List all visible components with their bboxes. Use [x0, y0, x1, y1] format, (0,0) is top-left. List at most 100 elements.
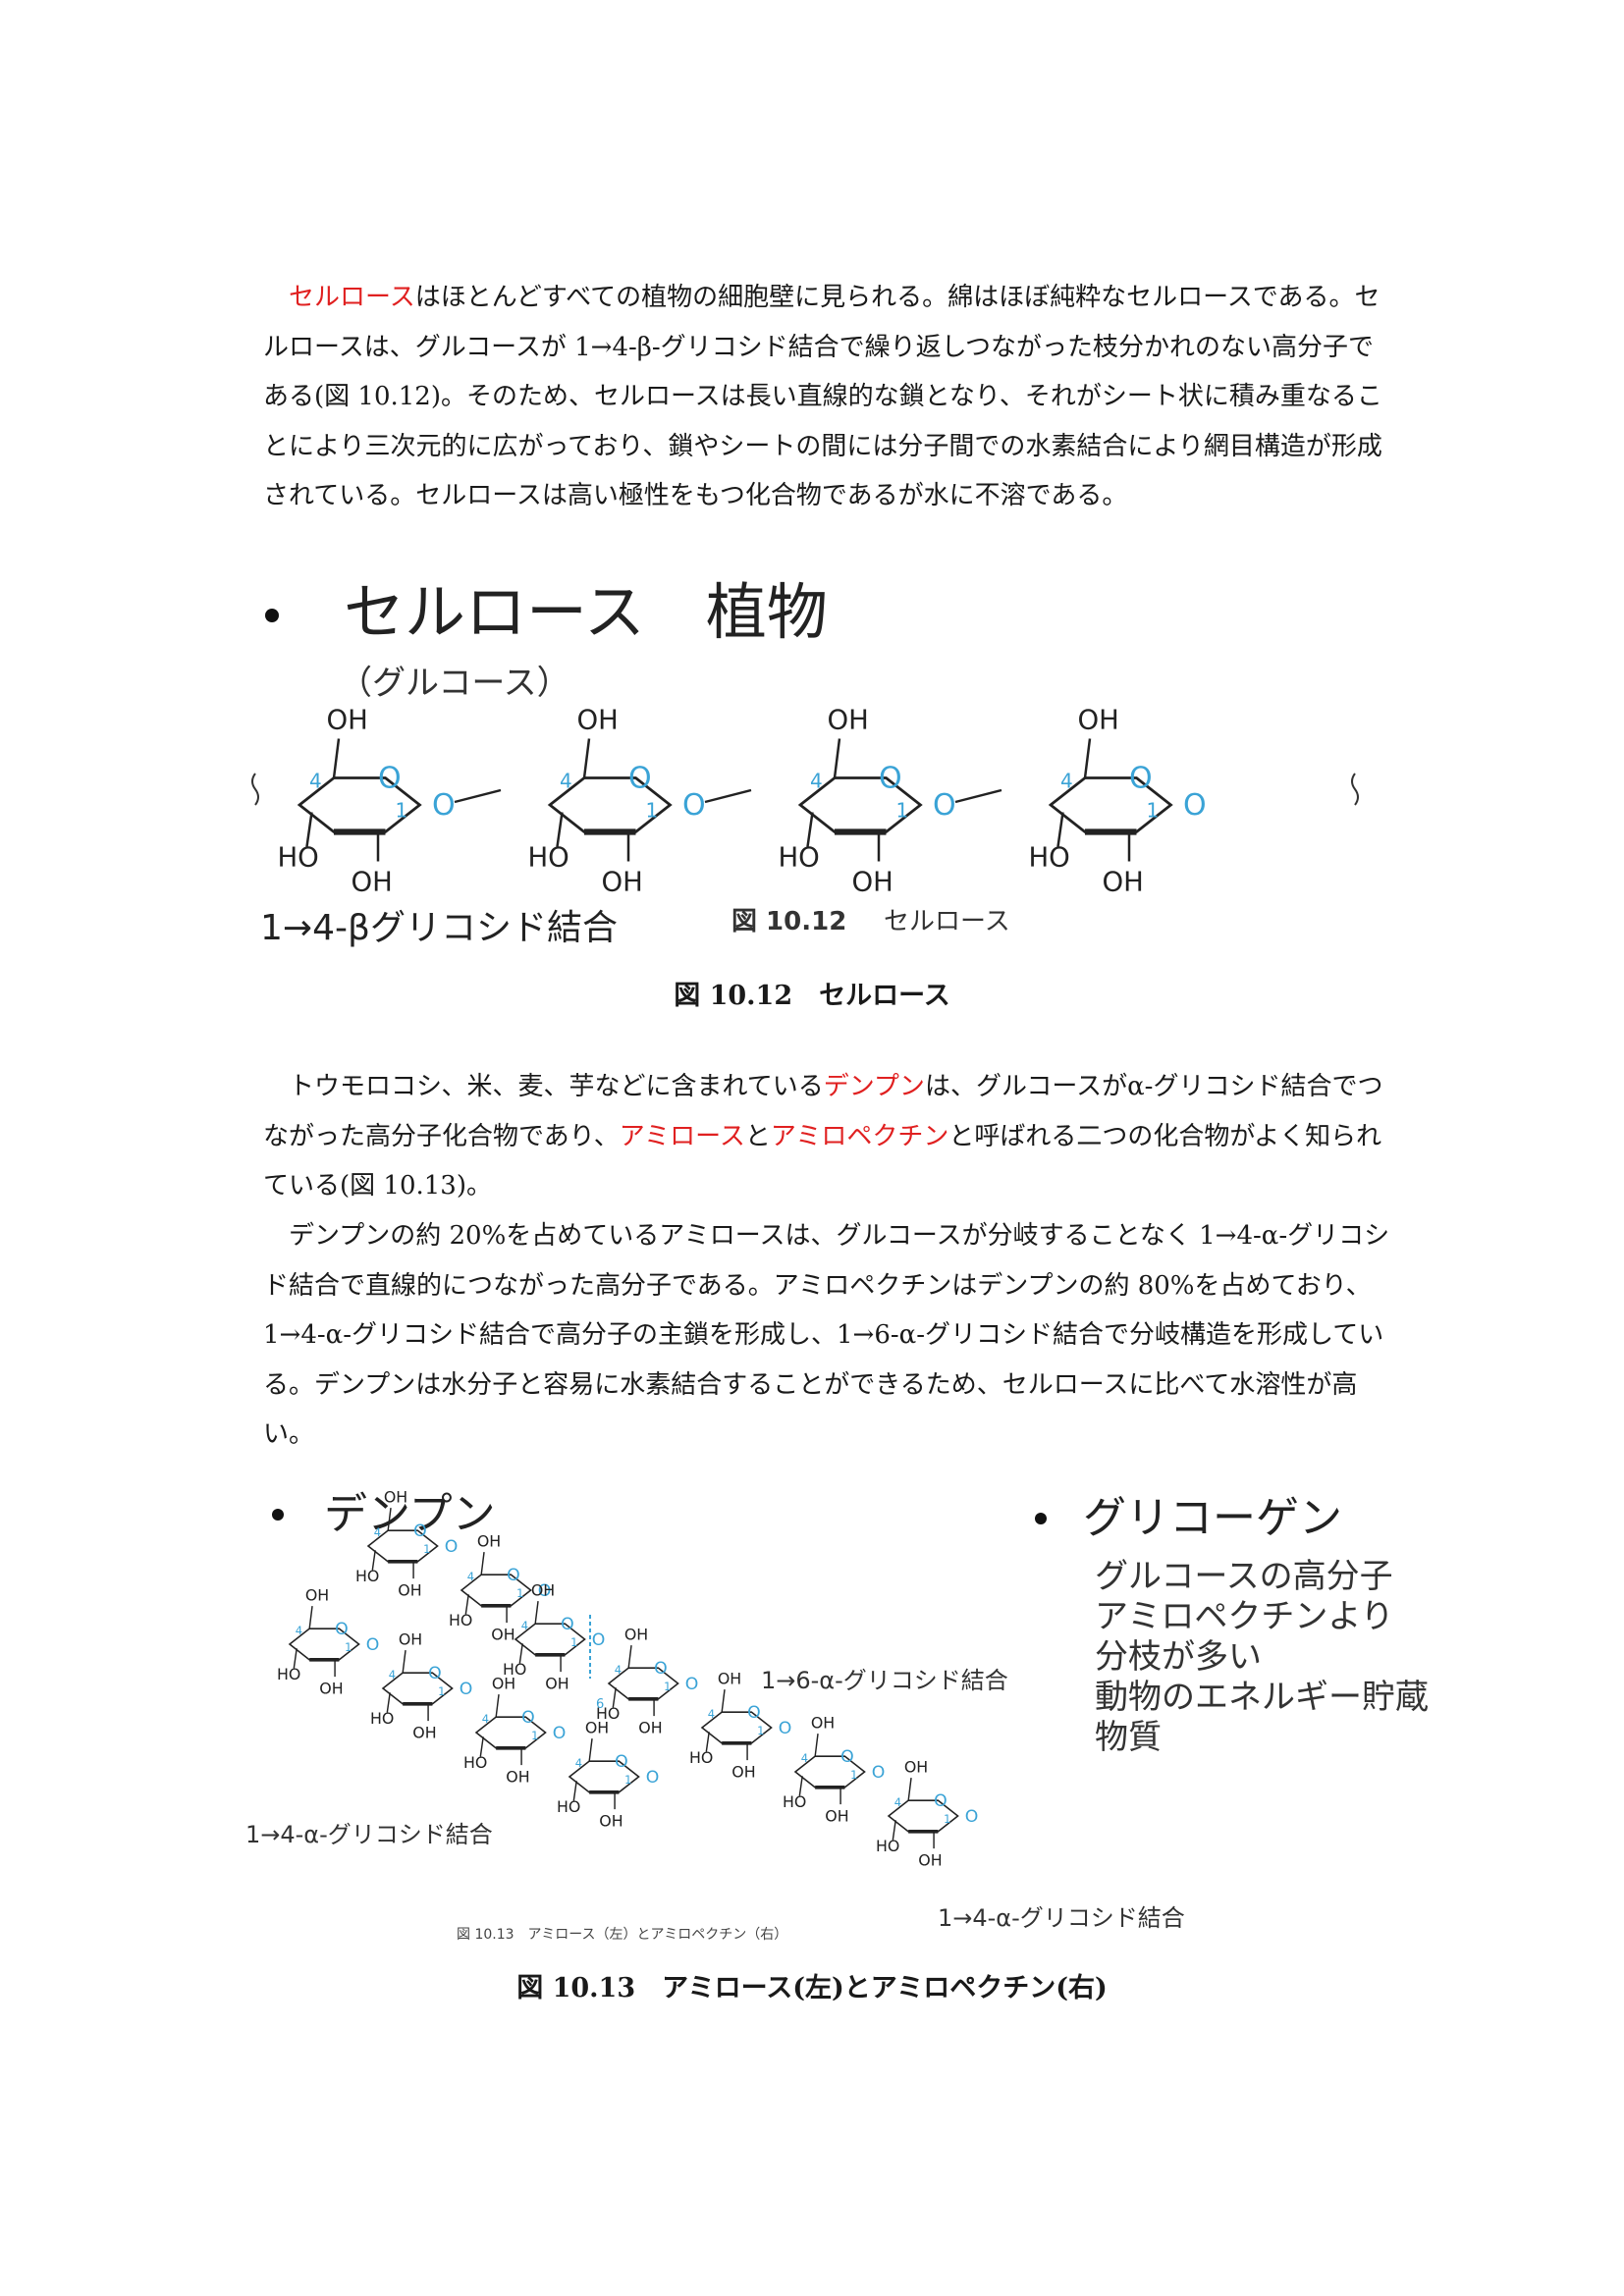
ring-oxygen: O	[628, 762, 652, 796]
ring-oxygen: O	[413, 1522, 427, 1541]
carbon-number: 4	[615, 1663, 622, 1677]
ho-label: HO	[1029, 842, 1070, 874]
ho-label: HO	[355, 1567, 379, 1585]
ho-label: HO	[463, 1753, 487, 1772]
fig2-bullet-left: デンプン	[324, 1489, 496, 1539]
glycogen-line: アミロペクチンより	[1095, 1597, 1394, 1636]
carbon-number: 1	[850, 1768, 857, 1782]
fig2-bullet-right: グリコーゲン	[1083, 1493, 1342, 1543]
fig1-bullet-title: セルロース 植物	[344, 576, 828, 648]
oh-label: OH	[319, 1679, 343, 1697]
carbon-number: 4	[894, 1795, 901, 1809]
oh-label: OH	[731, 1762, 755, 1781]
carbon-number: 1	[757, 1724, 764, 1737]
ring-oxygen: O	[507, 1566, 520, 1585]
oh-label: OH	[352, 867, 393, 898]
carbon-number: 1	[423, 1542, 430, 1556]
fig2-inner-caption: 図 10.13 アミロース（左）とアミロペクチン（右）	[457, 1927, 787, 1943]
ring-oxygen: O	[747, 1703, 761, 1723]
ring-oxygen: O	[615, 1752, 628, 1772]
ring-oxygen: O	[879, 762, 902, 796]
glucose-ring: OOHHOOH41 O	[278, 705, 456, 898]
ho-label: HO	[689, 1748, 713, 1767]
glycosidic-oxygen: O	[965, 1807, 979, 1827]
glycosidic-oxygen: O	[432, 788, 456, 823]
ho-label: HO	[783, 1792, 806, 1811]
carbon-number: 4	[708, 1707, 715, 1721]
ho-label: HO	[278, 842, 319, 874]
oh-label: OH	[545, 1674, 568, 1692]
fig1-inner-caption-text: セルロース	[884, 907, 1010, 936]
fig1-inner-caption-num: 図 10.12	[731, 907, 846, 936]
oh-label: OH	[1078, 705, 1119, 736]
term-starch: デンプン	[823, 1072, 925, 1101]
oh-label: OH	[638, 1718, 662, 1736]
starch-text-3: と	[744, 1121, 771, 1151]
carbon-number: 4	[801, 1751, 808, 1765]
ring-oxygen: O	[654, 1659, 668, 1679]
glucose-ring: OOHHOOH41 O	[876, 1757, 978, 1869]
carbon-number: 1	[624, 1773, 631, 1787]
term-cellulose: セルロース	[289, 283, 415, 312]
oh-label: OH	[506, 1767, 529, 1786]
carbon-number: 1	[396, 799, 408, 823]
oh-label: OH	[477, 1531, 501, 1550]
oh-label: OH	[718, 1669, 741, 1687]
oh-label: OH	[491, 1625, 514, 1643]
carbon-number: 1	[516, 1586, 523, 1600]
carbon-number: 1	[944, 1812, 950, 1826]
bullet-dot	[272, 1509, 284, 1521]
bullet-dot	[265, 609, 279, 622]
oh-label: OH	[577, 705, 619, 736]
glucose-ring: OOHHOOH41 O	[277, 1585, 379, 1697]
label-1-4-bond-right: 1→4-α-グリコシド結合	[938, 1904, 1185, 1932]
oh-label: OH	[825, 1806, 848, 1825]
carbon-number: 6	[596, 1697, 604, 1712]
carbon-number: 4	[1060, 770, 1073, 793]
oh-label: OH	[412, 1723, 436, 1741]
oh-label: OH	[904, 1757, 928, 1776]
carbon-number: 1	[345, 1640, 352, 1654]
glucose-ring: OOHHOOH41 O	[370, 1629, 472, 1741]
caption-fig-10-12: 図 10.12 セルロース	[674, 981, 950, 1011]
glucose-ring: OOHHOOH41 O	[596, 1625, 698, 1736]
carbon-number: 4	[482, 1712, 489, 1726]
paragraph-starch: トウモロコシ、米、麦、芋などに含まれているデンプンは、グルコースがα-グリコシド…	[263, 1062, 1392, 1211]
oh-label: OH	[811, 1713, 835, 1732]
carbon-number: 1	[1147, 799, 1160, 823]
glycosidic-oxygen: O	[445, 1537, 459, 1557]
oh-label: OH	[599, 1811, 623, 1830]
carbon-number: 1	[664, 1680, 671, 1693]
glycogen-line: 動物のエネルギー貯蔵	[1095, 1678, 1429, 1717]
carbon-number: 4	[810, 770, 823, 793]
fig1-bond-label: 1→4-βグリコシド結合	[260, 908, 618, 948]
oh-label: OH	[918, 1850, 942, 1869]
paragraph-amylose: デンプンの約 20%を占めているアミロースは、グルコースが分岐することなく 1→…	[263, 1221, 1390, 1449]
glycosidic-oxygen: O	[682, 788, 706, 823]
carbon-number: 4	[560, 770, 572, 793]
glycogen-line: グルコースの高分子	[1095, 1557, 1393, 1596]
oh-label: OH	[327, 705, 368, 736]
ho-label: HO	[277, 1665, 300, 1683]
carbon-number: 1	[438, 1684, 445, 1698]
label-1-6-bond: 1→6-α-グリコシド結合	[761, 1667, 1008, 1694]
glycosidic-oxygen: O	[553, 1724, 567, 1743]
term-amylose: アミロース	[619, 1121, 745, 1151]
fig1-subtitle: （グルコース）	[339, 664, 570, 703]
carbon-number: 4	[374, 1525, 381, 1539]
glycosidic-oxygen: O	[366, 1635, 380, 1655]
label-1-4-bond-left: 1→4-α-グリコシド結合	[245, 1821, 493, 1848]
carbon-number: 4	[521, 1619, 528, 1632]
glycosidic-oxygen: O	[592, 1630, 606, 1650]
ring-oxygen: O	[934, 1791, 947, 1811]
ho-label: HO	[876, 1837, 899, 1855]
carbon-number: 1	[896, 799, 909, 823]
ho-label: HO	[503, 1660, 526, 1679]
carbon-number: 4	[296, 1624, 302, 1637]
glycosidic-oxygen: O	[685, 1675, 699, 1694]
oh-label: OH	[384, 1487, 407, 1506]
carbon-number: 4	[467, 1570, 474, 1583]
glycosidic-oxygen: O	[646, 1768, 660, 1788]
bullet-dot	[1035, 1513, 1047, 1524]
ho-label: HO	[528, 842, 569, 874]
